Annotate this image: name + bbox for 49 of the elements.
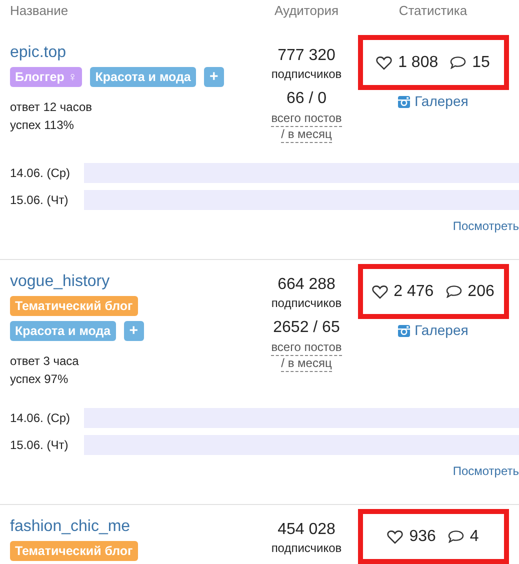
- gallery-link[interactable]: Галерея: [398, 320, 468, 341]
- posts-count: 2652 / 65: [273, 318, 340, 338]
- heart-icon: [372, 284, 388, 298]
- success-rate: успех 113%: [10, 117, 74, 134]
- success-rate: успех 97%: [10, 371, 68, 388]
- followers-label: подписчиков: [271, 295, 342, 311]
- category-tag: Красота и мода: [90, 67, 196, 87]
- date-label: 14.06. (Ср): [10, 410, 72, 427]
- date-label: 14.06. (Ср): [10, 165, 72, 182]
- view-link[interactable]: Посмотреть: [452, 217, 519, 235]
- per-month-label[interactable]: / в месяц: [281, 356, 332, 372]
- likes-count: 1 808: [398, 52, 438, 72]
- likes-count: 936: [409, 526, 436, 546]
- comment-icon: [446, 285, 462, 298]
- posts-count: 66 / 0: [286, 89, 327, 109]
- camera-icon: [398, 324, 410, 336]
- date-label: 15.06. (Чт): [10, 192, 70, 209]
- column-header: Аудитория: [273, 2, 340, 20]
- view-link[interactable]: Посмотреть: [452, 462, 519, 480]
- followers-label: подписчиков: [271, 540, 342, 556]
- per-month-label[interactable]: / в месяц: [281, 127, 332, 143]
- camera-icon: [398, 96, 410, 108]
- comments-count: 4: [470, 526, 479, 546]
- comments-count: 15: [472, 52, 490, 72]
- total-posts-label[interactable]: всего постов: [271, 111, 342, 127]
- comment-icon: [448, 530, 464, 543]
- followers-count: 454 028: [278, 520, 336, 540]
- blog-name-link[interactable]: epic.top: [10, 42, 66, 64]
- category-tag: Тематический блог: [10, 296, 138, 316]
- response-time: ответ 3 часа: [10, 353, 79, 370]
- gallery-link[interactable]: Галерея: [398, 91, 468, 112]
- blog-name-link[interactable]: vogue_history: [10, 271, 110, 293]
- total-posts-label[interactable]: всего постов: [271, 340, 342, 356]
- date-label: 15.06. (Чт): [10, 437, 70, 454]
- followers-count: 664 288: [278, 275, 336, 295]
- column-header: Статистика: [398, 2, 468, 20]
- category-tag: Тематический блог: [10, 541, 138, 561]
- likes-count: 2 476: [394, 282, 434, 302]
- column-header: Название: [9, 2, 70, 20]
- followers-count: 777 320: [278, 46, 336, 66]
- category-tag: Красота и мода: [10, 321, 116, 341]
- comments-count: 206: [468, 282, 494, 302]
- response-time: ответ 12 часов: [10, 99, 92, 116]
- comment-icon: [450, 56, 466, 69]
- category-tag: Блоггер ♀: [10, 67, 82, 87]
- heart-icon: [376, 56, 392, 70]
- followers-label: подписчиков: [271, 66, 342, 82]
- blog-name-link[interactable]: fashion_chic_me: [10, 516, 130, 538]
- heart-icon: [387, 530, 404, 544]
